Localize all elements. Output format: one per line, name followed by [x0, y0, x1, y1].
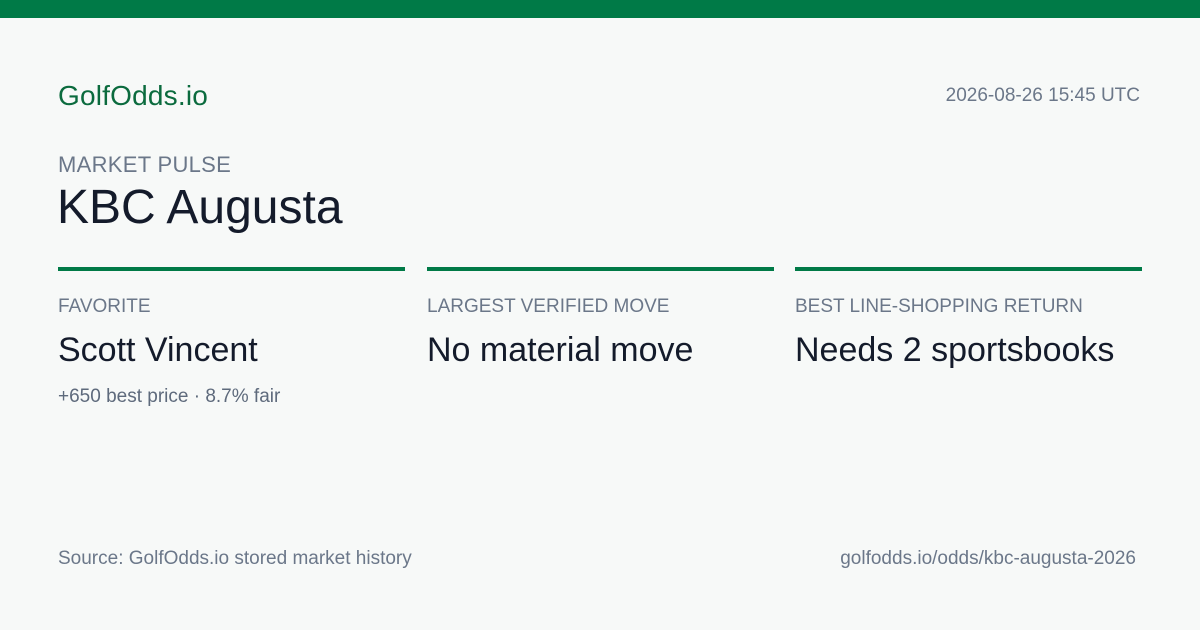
top-accent-bar	[0, 0, 1200, 18]
footer-source: Source: GolfOdds.io stored market histor…	[58, 548, 412, 569]
card-favorite: FAVORITE Scott Vincent +650 best price ·…	[58, 267, 405, 431]
eyebrow-label: MARKET PULSE	[58, 152, 232, 177]
card-label: BEST LINE-SHOPPING RETURN	[795, 296, 1083, 317]
card-value: No material move	[427, 331, 694, 369]
timestamp: 2026-08-26 15:45 UTC	[945, 85, 1140, 106]
stat-cards: FAVORITE Scott Vincent +650 best price ·…	[58, 267, 1142, 427]
footer-url-link[interactable]: golfodds.io/odds/kbc-augusta-2026	[840, 547, 1136, 571]
card-value: Scott Vincent	[58, 331, 258, 369]
page-title: KBC Augusta	[57, 181, 343, 234]
brand-logo[interactable]: GolfOdds.io	[58, 78, 208, 114]
card-value: Needs 2 sportsbooks	[795, 331, 1115, 369]
card-subtext: +650 best price · 8.7% fair	[58, 386, 281, 407]
card-label: FAVORITE	[58, 296, 151, 317]
card-line-shopping: BEST LINE-SHOPPING RETURN Needs 2 sports…	[795, 267, 1142, 431]
card-label: LARGEST VERIFIED MOVE	[427, 296, 670, 317]
card-largest-move: LARGEST VERIFIED MOVE No material move	[427, 267, 774, 431]
